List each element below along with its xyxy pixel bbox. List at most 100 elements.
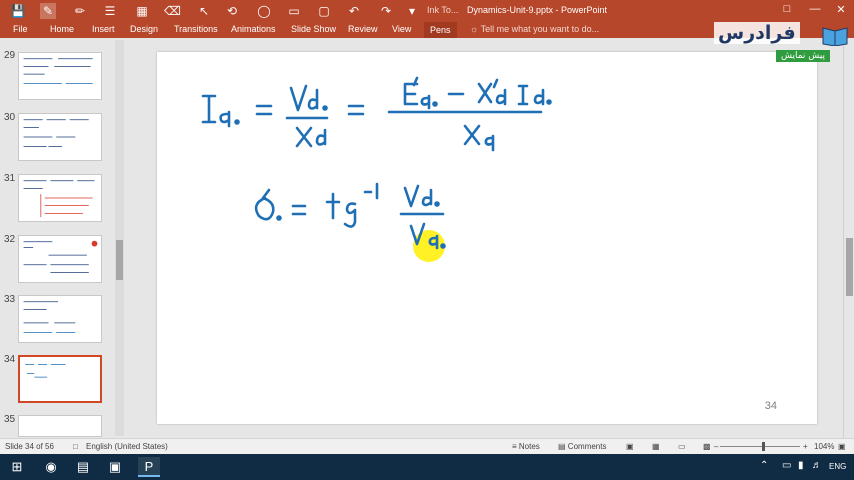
camtasia-icon[interactable]: ▣	[104, 457, 126, 477]
tab-animations[interactable]: Animations	[231, 24, 276, 34]
ink-V-2	[403, 184, 420, 208]
windows-start-icon[interactable]: ⊞	[6, 457, 28, 477]
slide-scroll-handle[interactable]	[846, 238, 853, 296]
slide-scrollbar[interactable]	[843, 38, 854, 438]
tab-insert[interactable]: Insert	[92, 24, 115, 34]
ink-E	[403, 82, 419, 106]
slide-icon[interactable]: ▭	[286, 3, 302, 19]
thumbnail-number: 32	[4, 234, 16, 245]
slide-thumbnail-34[interactable]	[18, 355, 102, 403]
ink-V	[289, 84, 308, 112]
ink-g	[343, 202, 357, 228]
thumbnail-number: 30	[4, 112, 16, 123]
notes-icon: ≡	[512, 442, 517, 451]
align-icon[interactable]: ☰	[102, 3, 118, 19]
tab-transitions[interactable]: Transitions	[174, 24, 218, 34]
notes-label: Notes	[518, 442, 540, 451]
shapes-icon[interactable]: ◯	[256, 3, 272, 19]
ink-X-2	[477, 82, 493, 104]
lasso-icon[interactable]: ⟲	[224, 3, 240, 19]
tab-design[interactable]: Design	[130, 24, 158, 34]
tray-expand-icon[interactable]: ⌃	[760, 460, 768, 471]
slide-thumbnail-31[interactable]	[18, 174, 102, 222]
ink-X-3	[463, 124, 481, 146]
ink-q-subscript	[219, 110, 231, 128]
zoom-in-icon[interactable]: +	[803, 442, 808, 451]
fit-slide-icon[interactable]: ▣	[838, 442, 846, 451]
thumbnail-number: 35	[4, 414, 16, 425]
reading-view-icon[interactable]: ▭	[678, 442, 686, 451]
input-language[interactable]: ENG	[829, 462, 846, 471]
battery-icon[interactable]: ▮	[798, 460, 804, 471]
spellcheck-icon[interactable]: □	[73, 442, 78, 451]
customize-toolbar-icon[interactable]: ▾	[404, 3, 420, 19]
windows-taskbar: ⊞ ◉ ▤ ▣ P ⌃ ▭ ▮ ♬ ENG	[0, 454, 854, 480]
lightbulb-icon: ☼	[470, 24, 479, 34]
ink-d-sub-3	[533, 88, 545, 106]
zoom-level[interactable]: 104%	[814, 442, 834, 451]
tab-pens[interactable]: Pens	[424, 22, 457, 38]
close-icon[interactable]: ✕	[832, 3, 850, 16]
zoom-slider[interactable]	[720, 446, 800, 447]
ribbon-display-icon[interactable]: □	[778, 3, 796, 15]
ink-I-2	[517, 84, 529, 106]
ink-d-sub-2	[495, 88, 507, 106]
table-icon[interactable]: ▦	[134, 3, 150, 19]
window-title: Dynamics-Unit-9.pptx - PowerPoint	[467, 5, 608, 15]
highlighter-icon[interactable]: ✏	[72, 3, 88, 19]
title-bar: 💾 ✎ ✏ ☰ ▦ ⌫ ↖ ⟲ ◯ ▭ ▢ ↶ ↷ ▾ Ink To... Dy…	[0, 0, 854, 22]
tab-home[interactable]: Home	[50, 24, 74, 34]
slide-canvas[interactable]: 34	[157, 52, 817, 424]
save-icon[interactable]: 💾	[10, 3, 26, 19]
tab-file[interactable]: File	[13, 24, 28, 34]
textbox-icon[interactable]: ▢	[316, 3, 332, 19]
comments-button[interactable]: ▤ Comments	[558, 442, 606, 451]
eraser-icon[interactable]: ⌫	[164, 3, 181, 19]
slide-editor: 34	[125, 38, 843, 438]
zoom-out-icon[interactable]: –	[714, 442, 718, 451]
ink-annotations[interactable]	[157, 52, 817, 424]
language-indicator[interactable]: English (United States)	[86, 442, 168, 451]
watermark-badge: پیش نمایش	[776, 50, 830, 62]
notes-button[interactable]: ≡ Notes	[512, 442, 540, 451]
thumbnail-scrollbar[interactable]	[115, 40, 124, 436]
minimize-icon[interactable]: —	[806, 3, 824, 15]
thumbnail-number: 29	[4, 50, 16, 61]
ink-delta	[254, 188, 275, 221]
network-icon[interactable]: ▭	[782, 460, 791, 471]
tell-me-placeholder: Tell me what you want to do...	[480, 24, 600, 34]
tab-view[interactable]: View	[392, 24, 411, 34]
slide-position: Slide 34 of 56	[5, 442, 54, 451]
redo-icon[interactable]: ↷	[378, 3, 394, 19]
ink-equals-2	[347, 104, 365, 116]
slide-thumbnail-29[interactable]	[18, 52, 102, 100]
normal-view-icon[interactable]: ▣	[626, 442, 634, 451]
thumbnail-number: 33	[4, 294, 16, 305]
slide-thumbnail-panel: 29 30 31 32 33 34 35	[0, 38, 125, 438]
slide-thumbnail-35[interactable]	[18, 415, 102, 437]
ink-exponent	[363, 182, 379, 200]
slideshow-icon[interactable]: ▩	[703, 442, 711, 451]
zoom-slider-thumb[interactable]	[762, 442, 765, 451]
chrome-icon[interactable]: ◉	[40, 457, 62, 477]
powerpoint-icon[interactable]: P	[138, 457, 160, 477]
undo-icon[interactable]: ↶	[346, 3, 362, 19]
slide-thumbnail-33[interactable]	[18, 295, 102, 343]
file-explorer-icon[interactable]: ▤	[72, 457, 94, 477]
slide-thumbnail-30[interactable]	[18, 113, 102, 161]
tell-me-search[interactable]: ☼ Tell me what you want to do...	[470, 24, 599, 34]
ink-d-sub	[315, 128, 327, 146]
book-logo-icon	[822, 27, 848, 46]
thumbnail-number: 34	[4, 354, 16, 365]
tab-slide-show[interactable]: Slide Show	[291, 24, 336, 34]
pen-draw-icon[interactable]: ✎	[40, 3, 56, 19]
tab-review[interactable]: Review	[348, 24, 378, 34]
thumbnail-scroll-handle[interactable]	[116, 240, 123, 280]
pointer-icon[interactable]: ↖	[196, 3, 212, 19]
comments-label: Comments	[567, 442, 607, 451]
volume-icon[interactable]: ♬	[812, 460, 822, 471]
slide-thumbnail-32[interactable]	[18, 235, 102, 283]
slide-sorter-icon[interactable]: ▦	[652, 442, 660, 451]
ink-q-sub-2	[420, 94, 431, 110]
slide-number: 34	[764, 400, 777, 412]
